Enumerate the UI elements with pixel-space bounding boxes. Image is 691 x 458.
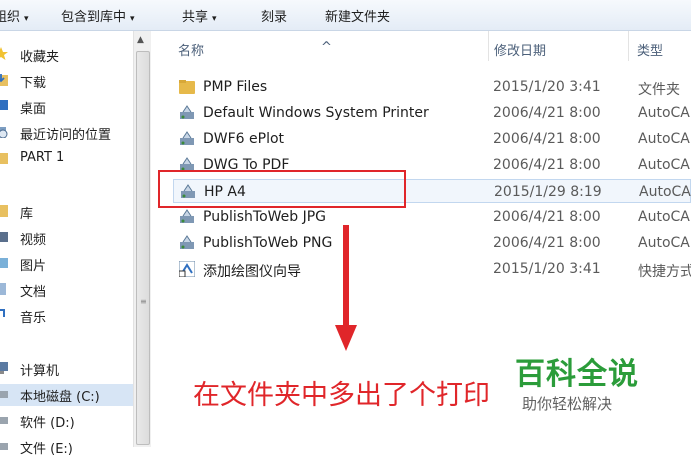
computer-icon <box>0 362 8 374</box>
folder-icon <box>179 80 195 94</box>
column-date-label: 修改日期 <box>494 44 547 59</box>
scroll-up-arrow-icon[interactable]: ▲ <box>137 35 144 45</box>
folder-icon <box>0 153 8 164</box>
nav-libraries-label: 库 <box>20 207 34 222</box>
column-header-name[interactable]: 名称 ^ <box>151 31 489 61</box>
nav-item-label: 最近访问的位置 <box>20 128 112 143</box>
file-name: PMP Files <box>203 79 268 95</box>
file-row[interactable]: PublishToWeb JPG 2006/4/21 8:00 AutoCA <box>173 205 691 229</box>
watermark-badge: 百科全说 助你轻松解决 <box>493 339 664 421</box>
nav-computer-label: 计算机 <box>20 364 60 379</box>
recent-places-icon <box>0 127 8 138</box>
include-in-library-label: 包含到库中 <box>61 10 127 25</box>
desktop-icon <box>0 100 8 110</box>
file-date: 2015/1/29 8:19 <box>494 184 602 200</box>
file-type: AutoCA <box>638 235 690 251</box>
file-date: 2006/4/21 8:00 <box>493 131 601 147</box>
file-date: 2015/1/20 3:41 <box>493 261 601 277</box>
burn-button[interactable]: 刻录 <box>261 6 287 25</box>
file-name: 添加绘图仪向导 <box>203 264 301 280</box>
file-row[interactable]: 添加绘图仪向导 2015/1/20 3:41 快捷方式 <box>173 257 691 281</box>
drive-icon <box>0 417 8 424</box>
file-date: 2006/4/21 8:00 <box>493 157 601 173</box>
grip-icon: ≡ <box>140 297 147 306</box>
sort-ascending-icon: ^ <box>321 40 332 55</box>
include-in-library-menu[interactable]: 包含到库中 ▾ <box>61 6 135 25</box>
file-name: PublishToWeb JPG <box>203 209 327 225</box>
file-row[interactable]: PublishToWeb PNG 2006/4/21 8:00 AutoCA <box>173 231 691 255</box>
nav-item-drive-c[interactable]: 本地磁盘 (C:) <box>0 384 133 406</box>
nav-scrollbar[interactable]: ▲ ≡ <box>133 31 151 447</box>
nav-item-label: 图片 <box>20 259 47 274</box>
watermark-title: 百科全说 <box>515 357 639 392</box>
nav-item-label: 桌面 <box>20 102 47 117</box>
navigation-pane: 收藏夹 下载 桌面 最近访问的位置 PART 1 库 视频 图片 文档 音乐 计… <box>0 31 133 457</box>
burn-label: 刻录 <box>261 10 288 25</box>
chevron-down-icon: ▾ <box>130 14 135 24</box>
highlight-box <box>158 170 406 208</box>
nav-item-label: 音乐 <box>20 311 47 326</box>
command-toolbar: 组织 ▾ 包含到库中 ▾ 共享 ▾ 刻录 新建文件夹 <box>0 0 691 31</box>
file-date: 2006/4/21 8:00 <box>493 105 601 121</box>
drive-icon <box>0 443 8 450</box>
plotter-icon <box>180 131 194 145</box>
nav-item-label: 下载 <box>20 76 47 91</box>
download-folder-icon <box>0 74 8 86</box>
column-header-type[interactable]: 类型 <box>628 31 691 61</box>
file-type: AutoCA <box>638 105 690 121</box>
nav-item-label: 文件 (E:) <box>20 442 73 457</box>
video-icon <box>0 232 8 242</box>
file-name: DWF6 ePlot <box>203 131 285 147</box>
plotter-icon <box>180 209 194 223</box>
organize-menu[interactable]: 组织 ▾ <box>0 6 29 25</box>
file-type: AutoCA <box>638 131 690 147</box>
star-icon <box>0 47 8 60</box>
new-folder-button[interactable]: 新建文件夹 <box>325 6 390 25</box>
file-date: 2015/1/20 3:41 <box>493 79 601 95</box>
down-arrow-annotation-icon <box>335 225 357 351</box>
file-type: AutoCA <box>639 184 691 200</box>
nav-favorites-label: 收藏夹 <box>20 50 60 65</box>
wizard-shortcut-icon <box>179 261 195 277</box>
plotter-icon <box>180 105 194 119</box>
file-name: Default Windows System Printer <box>203 105 429 121</box>
file-type: 快捷方式 <box>638 264 691 280</box>
chevron-down-icon: ▾ <box>212 14 217 24</box>
file-row[interactable]: DWF6 ePlot 2006/4/21 8:00 AutoCA <box>173 127 691 151</box>
drive-icon <box>0 391 8 398</box>
plotter-icon <box>180 235 194 249</box>
documents-icon <box>0 283 6 295</box>
file-type: AutoCA <box>638 209 690 225</box>
library-icon <box>0 205 8 217</box>
nav-item-label: 本地磁盘 (C:) <box>20 390 100 405</box>
file-row[interactable]: PMP Files 2015/1/20 3:41 文件夹 <box>173 75 691 99</box>
nav-item-label: 软件 (D:) <box>20 416 75 431</box>
nav-item-label: 视频 <box>20 233 47 248</box>
file-date: 2006/4/21 8:00 <box>493 209 601 225</box>
nav-item-label: 文档 <box>20 285 47 300</box>
file-type: AutoCA <box>638 157 690 173</box>
file-date: 2006/4/21 8:00 <box>493 235 601 251</box>
watermark-subtitle: 助你轻松解决 <box>522 395 613 413</box>
share-label: 共享 <box>182 10 209 25</box>
column-type-label: 类型 <box>637 44 664 59</box>
scrollbar-thumb[interactable]: ≡ <box>136 51 150 445</box>
file-type: 文件夹 <box>638 82 680 98</box>
column-header-date[interactable]: 修改日期 <box>488 31 629 61</box>
column-name-label: 名称 <box>178 44 205 59</box>
annotation-caption: 在文件夹中多出了个打印 <box>193 380 490 411</box>
organize-label: 组织 <box>0 10 21 25</box>
music-icon <box>0 309 5 317</box>
file-row[interactable]: Default Windows System Printer 2006/4/21 … <box>173 101 691 125</box>
pictures-icon <box>0 258 8 268</box>
file-name: PublishToWeb PNG <box>203 235 333 251</box>
new-folder-label: 新建文件夹 <box>325 10 391 25</box>
chevron-down-icon: ▾ <box>24 14 29 24</box>
nav-item-label: PART 1 <box>20 150 65 165</box>
share-menu[interactable]: 共享 ▾ <box>182 6 217 25</box>
